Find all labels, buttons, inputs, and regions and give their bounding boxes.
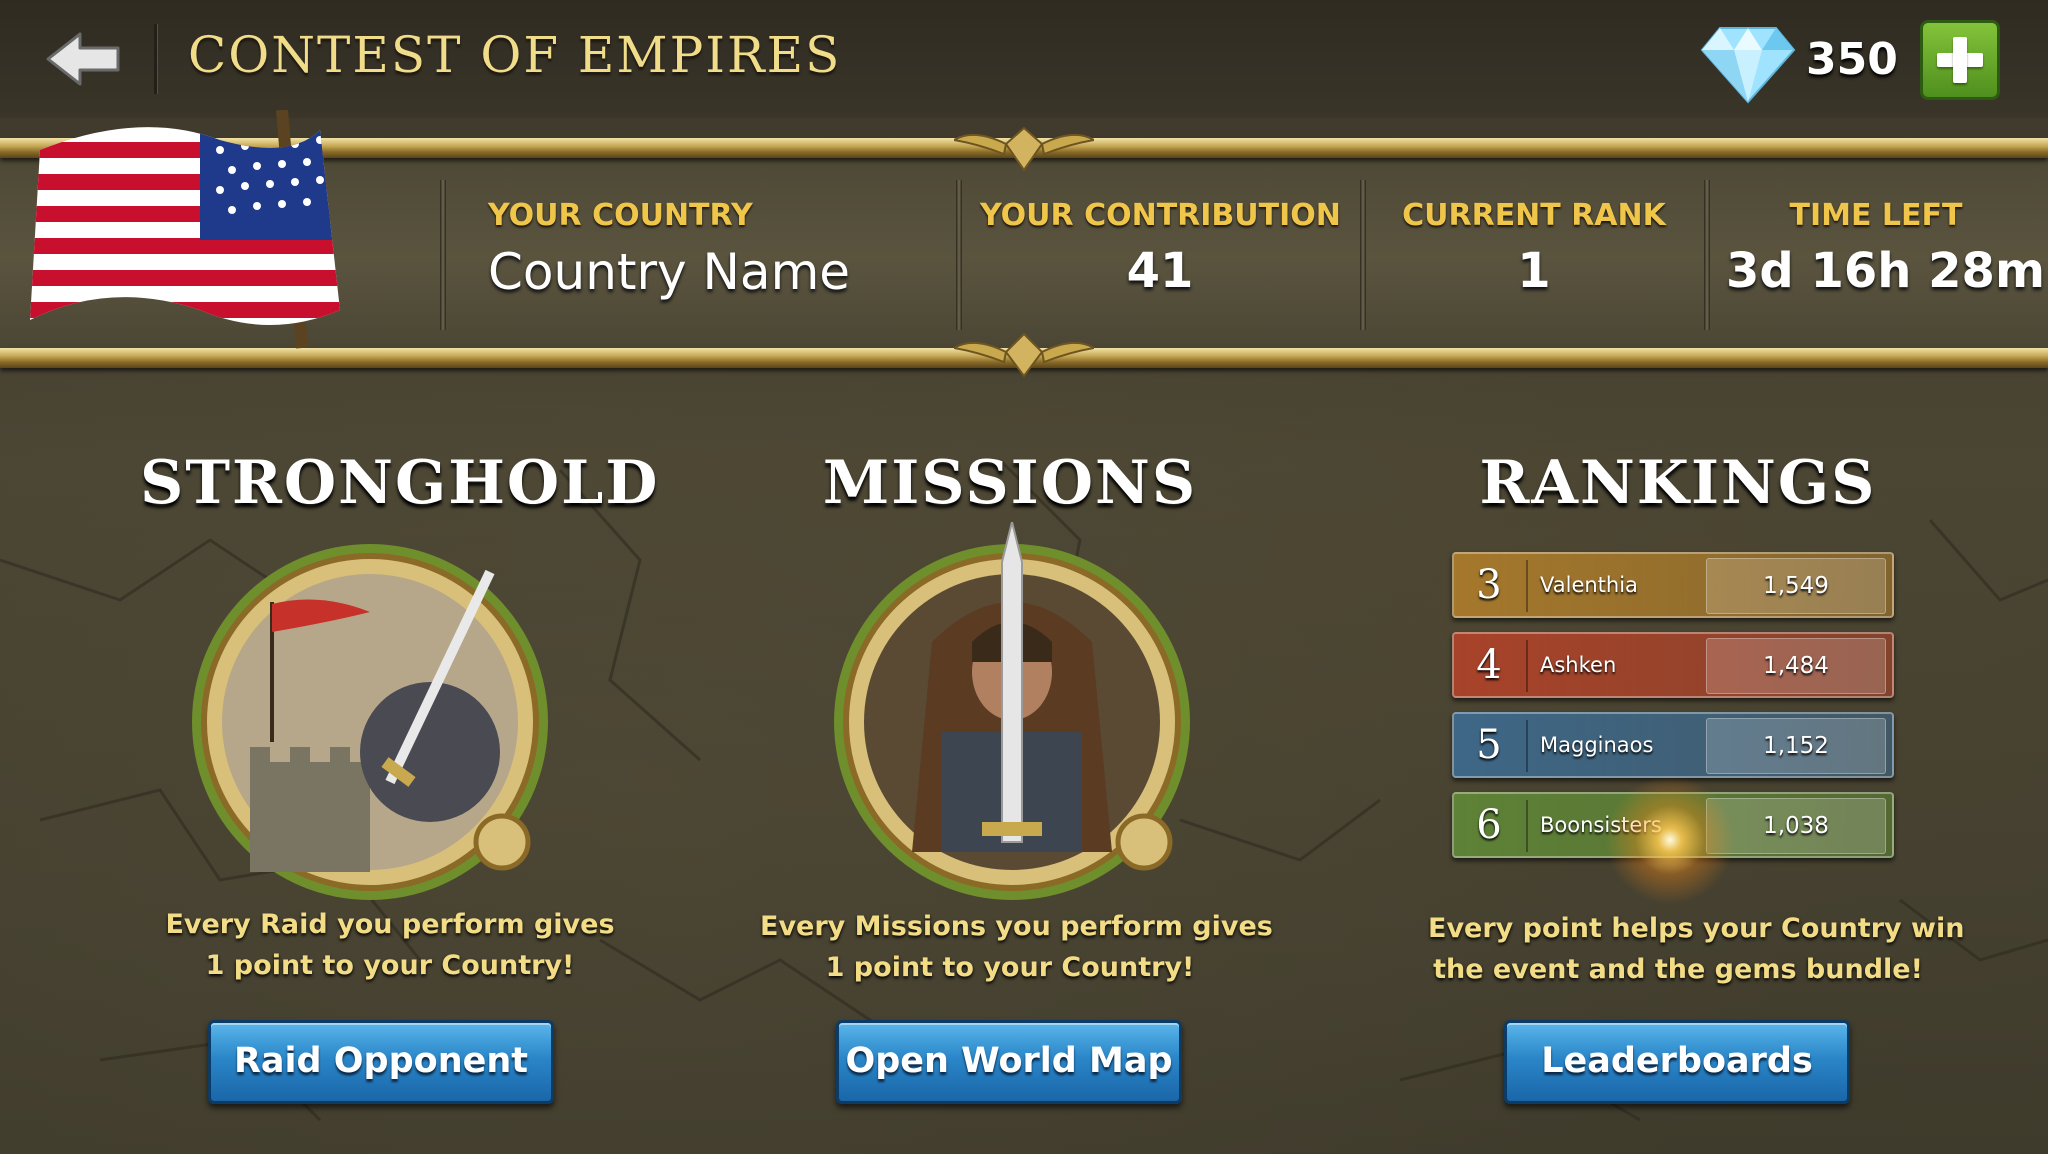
rankings-description: Every point helps your Country win the e… xyxy=(1428,913,1965,985)
time-left: TIME LEFT 3d 16h 28m xyxy=(1726,198,2045,299)
back-arrow-icon[interactable] xyxy=(44,28,124,90)
ranking-country-name: Ashken xyxy=(1540,653,1617,677)
raid-opponent-button[interactable]: Raid Opponent xyxy=(208,1020,554,1104)
ranking-separator xyxy=(1526,560,1528,612)
ranking-position: 5 xyxy=(1476,722,1502,768)
ranking-score: 1,549 xyxy=(1706,558,1886,614)
current-rank: CURRENT RANK 1 xyxy=(1384,198,1684,299)
ranking-row[interactable]: 3 Valenthia 1,549 xyxy=(1452,552,1894,618)
missions-medallion[interactable] xyxy=(822,522,1202,902)
page-title: CONTEST OF EMPIRES xyxy=(188,26,842,84)
ranking-country-name: Magginaos xyxy=(1540,733,1654,757)
your-country: YOUR COUNTRY Country Name xyxy=(488,198,850,301)
your-contribution-value: 41 xyxy=(1126,243,1194,299)
your-contribution-label: YOUR CONTRIBUTION xyxy=(980,198,1341,233)
us-flag-icon xyxy=(30,110,340,349)
ranking-separator xyxy=(1526,640,1528,692)
ranking-separator xyxy=(1526,800,1528,852)
ranking-country-name: Boonsisters xyxy=(1540,813,1662,837)
gem-count: 350 xyxy=(1806,34,1898,85)
your-country-label: YOUR COUNTRY xyxy=(488,198,753,233)
open-world-map-button[interactable]: Open World Map xyxy=(836,1020,1182,1104)
stronghold-medallion[interactable] xyxy=(180,532,560,912)
ranking-position: 4 xyxy=(1476,642,1502,688)
ranking-country-name: Valenthia xyxy=(1540,573,1638,597)
ranking-row[interactable]: 6 Boonsisters 1,038 xyxy=(1452,792,1894,858)
ranking-score: 1,484 xyxy=(1706,638,1886,694)
topbar-separator xyxy=(154,24,157,94)
rankings-title: RANKINGS xyxy=(1479,448,1877,518)
your-contribution: YOUR CONTRIBUTION 41 xyxy=(980,198,1341,299)
winged-emblem-icon xyxy=(954,332,1094,378)
time-left-value: 3d 16h 28m xyxy=(1726,243,2045,299)
ranking-row[interactable]: 5 Magginaos 1,152 xyxy=(1452,712,1894,778)
current-rank-value: 1 xyxy=(1517,243,1551,299)
top-bar: CONTEST OF EMPIRES 350 xyxy=(0,0,2048,118)
leaderboards-button[interactable]: Leaderboards xyxy=(1504,1020,1850,1104)
ranking-score: 1,038 xyxy=(1706,798,1886,854)
ranking-position: 3 xyxy=(1476,562,1502,608)
your-country-value: Country Name xyxy=(488,243,851,301)
missions-title: MISSIONS xyxy=(822,448,1198,518)
current-rank-label: CURRENT RANK xyxy=(1402,198,1666,233)
ranking-separator xyxy=(1526,720,1528,772)
winged-emblem-icon xyxy=(954,126,1094,172)
time-left-label: TIME LEFT xyxy=(1789,198,1963,233)
stronghold-description: Every Raid you perform gives 1 point to … xyxy=(165,909,615,981)
add-gems-button[interactable] xyxy=(1920,20,2000,100)
missions-description: Every Missions you perform gives 1 point… xyxy=(760,911,1273,983)
gem-icon xyxy=(1700,27,1796,104)
ranking-score: 1,152 xyxy=(1706,718,1886,774)
rankings-list[interactable]: 3 Valenthia 1,549 4 Ashken 1,484 5 Magginaos 1,1… xyxy=(1452,552,1894,872)
stronghold-title: STRONGHOLD xyxy=(140,448,660,518)
ranking-row[interactable]: 4 Ashken 1,484 xyxy=(1452,632,1894,698)
ranking-position: 6 xyxy=(1476,802,1502,848)
